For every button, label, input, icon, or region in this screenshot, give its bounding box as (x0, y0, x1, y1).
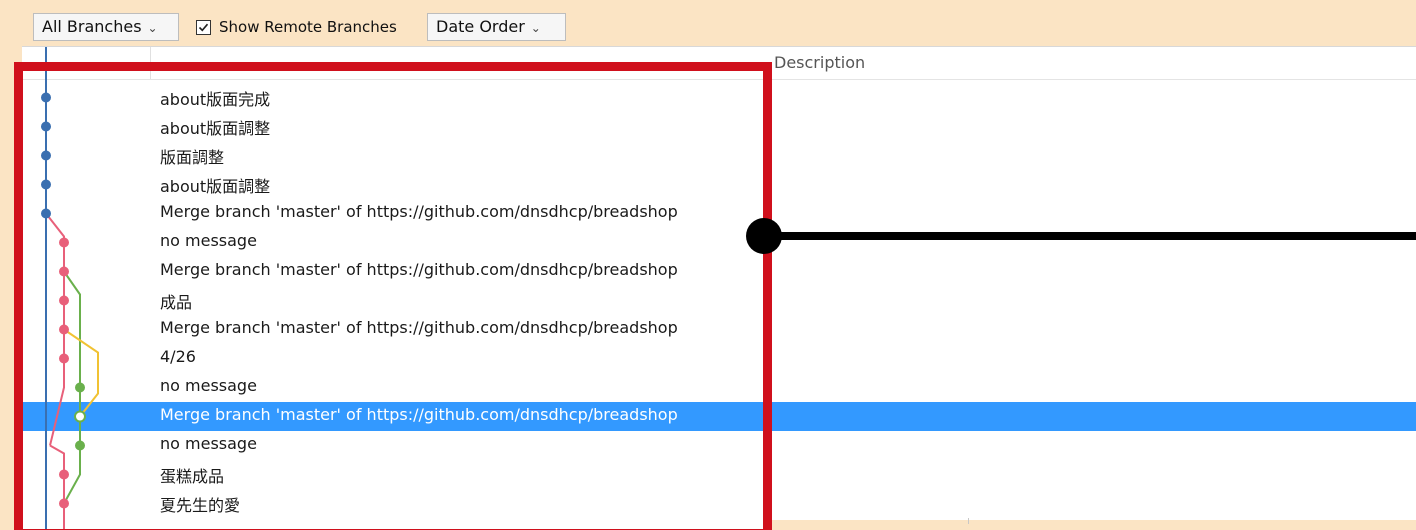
commit-row[interactable]: no message (22, 373, 1416, 402)
commit-message: about版面完成 (160, 90, 271, 109)
commit-node (41, 208, 51, 219)
history-toolbar: All Branches ⌄ Show Remote Branches Date … (0, 0, 1416, 46)
commit-message: 蛋糕成品 (160, 467, 225, 486)
commit-row[interactable]: about版面調整 (22, 170, 1416, 199)
commit-message: 4/26 (160, 347, 196, 366)
commit-row[interactable]: about版面調整 (22, 112, 1416, 141)
commit-row[interactable]: 夏先生的愛 (22, 489, 1416, 518)
commit-message: 版面調整 (160, 148, 225, 167)
commit-node (74, 410, 86, 423)
commit-node (59, 237, 69, 248)
commit-row[interactable]: Merge branch 'master' of https://github.… (22, 315, 1416, 344)
commit-message: Merge branch 'master' of https://github.… (160, 405, 678, 424)
commit-message: no message (160, 376, 257, 395)
commit-row[interactable]: 蛋糕成品 (22, 460, 1416, 489)
commit-row[interactable]: 版面調整 (22, 141, 1416, 170)
commit-node (59, 295, 69, 306)
commit-message: Merge branch 'master' of https://github.… (160, 260, 678, 279)
commit-node (59, 498, 69, 509)
footer-strip (770, 520, 1416, 530)
commit-row[interactable]: Merge branch 'master' of https://github.… (22, 257, 1416, 286)
commit-message: 夏先生的愛 (160, 496, 241, 515)
description-column-header[interactable]: Description (774, 53, 865, 72)
commit-message: Merge branch 'master' of https://github.… (160, 318, 678, 337)
commit-message: about版面調整 (160, 119, 271, 138)
branch-filter-dropdown[interactable]: All Branches ⌄ (33, 13, 179, 41)
commit-node (41, 92, 51, 103)
sort-order-value: Date Order (436, 17, 525, 36)
commit-message: no message (160, 434, 257, 453)
commit-message: 成品 (160, 293, 193, 312)
branch-filter-value: All Branches (42, 17, 142, 36)
commit-row[interactable]: no message (22, 431, 1416, 460)
footer-divider (968, 518, 969, 524)
commit-node (59, 469, 69, 480)
commit-node (59, 353, 69, 364)
annotation-pointer-line (764, 232, 1416, 240)
commit-node (41, 179, 51, 190)
commit-message: about版面調整 (160, 177, 271, 196)
commit-node (75, 382, 85, 393)
sort-order-dropdown[interactable]: Date Order ⌄ (427, 13, 566, 41)
branch-graph (41, 47, 99, 530)
show-remote-branches-toggle[interactable]: Show Remote Branches (196, 13, 397, 41)
show-remote-branches-label: Show Remote Branches (219, 18, 397, 36)
commit-row[interactable]: 4/26 (22, 344, 1416, 373)
commit-row[interactable]: about版面完成 (22, 83, 1416, 112)
commit-message: no message (160, 231, 257, 250)
chevron-down-icon: ⌄ (147, 21, 158, 35)
column-header: Description (22, 47, 1416, 80)
commit-node (41, 121, 51, 132)
commit-message: Merge branch 'master' of https://github.… (160, 202, 678, 221)
commit-node (59, 324, 69, 335)
checkbox-icon[interactable] (196, 19, 211, 35)
commit-node (41, 150, 51, 161)
commit-row[interactable]: Merge branch 'master' of https://github.… (22, 402, 1416, 431)
branch-line-pink (49, 444, 65, 530)
source-tree-window: All Branches ⌄ Show Remote Branches Date … (0, 0, 1416, 530)
commit-node (59, 266, 69, 277)
commit-row[interactable]: Merge branch 'master' of https://github.… (22, 199, 1416, 228)
chevron-down-icon: ⌄ (530, 21, 541, 35)
commit-row[interactable]: 成品 (22, 286, 1416, 315)
checkmark-icon (198, 23, 209, 31)
commit-history-panel: Description about版面完成 about版面調整 版面調整 about版… (22, 46, 1416, 530)
commit-node (75, 440, 85, 451)
